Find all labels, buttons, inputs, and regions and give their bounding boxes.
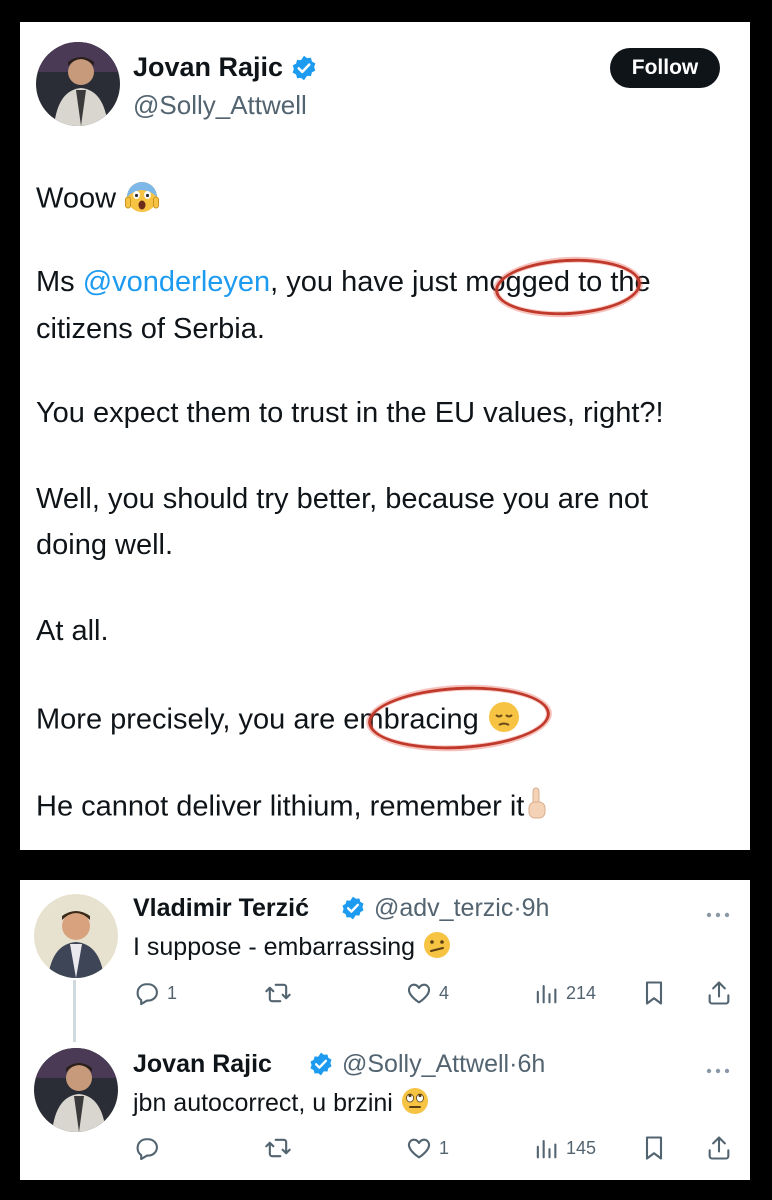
reply-2-text: jbn autocorrect, u brzini	[133, 1086, 430, 1123]
reply-2-share-action[interactable]	[705, 1134, 733, 1162]
reply-2-bookmark-action[interactable]	[640, 1134, 668, 1162]
pointing-up-emoji	[524, 786, 550, 830]
reply-2-retweet-action[interactable]	[264, 1134, 298, 1162]
reply-2-meta: @Solly_Attwell·6h	[342, 1050, 545, 1079]
reply-2-reply-action[interactable]	[133, 1134, 167, 1162]
reply-2-views-action[interactable]: 145	[532, 1134, 596, 1162]
highlight-ring-mogged	[493, 255, 643, 319]
thread-connector-line	[73, 980, 76, 1042]
tweet-line-3: citizens of Serbia.	[36, 313, 265, 345]
reply-icon	[136, 983, 158, 1006]
tweet-line-9: He cannot deliver lithium, remember it	[36, 786, 550, 830]
more-icon[interactable]	[705, 1062, 731, 1074]
reply-2-like-action[interactable]: 1	[405, 1134, 449, 1162]
tweet-line-1: Woow	[36, 178, 160, 222]
confused-emoji	[422, 930, 452, 967]
reply-1-retweet-action[interactable]	[264, 979, 298, 1007]
highlight-ring-embracing	[366, 682, 552, 754]
reply-1-like-action[interactable]: 4	[405, 979, 449, 1007]
retweet-icon	[265, 983, 291, 1003]
reply-1-like-count: 4	[439, 982, 450, 1003]
reply-1-time[interactable]: 9h	[522, 894, 550, 922]
tweet-line-1-text: Woow	[36, 182, 117, 215]
reply-1-avatar[interactable]	[34, 894, 118, 978]
tweet-line-2-pre: Ms	[36, 266, 83, 298]
verified-badge-icon	[340, 895, 366, 926]
reply-2-avatar[interactable]	[34, 1048, 118, 1132]
tweet-line-4: You expect them to trust in the EU value…	[36, 397, 664, 429]
reply-1-share-action[interactable]	[705, 979, 733, 1007]
like-icon	[407, 983, 431, 1004]
reply-icon	[136, 1138, 158, 1161]
reply-1-separator: ·	[513, 894, 522, 922]
reply-2-handle[interactable]: @Solly_Attwell	[342, 1050, 509, 1078]
views-icon	[536, 984, 557, 1004]
author-handle[interactable]: @Solly_Attwell	[133, 90, 307, 121]
reply-1-views-action[interactable]: 214	[532, 979, 596, 1007]
author-avatar[interactable]	[36, 42, 120, 126]
reply-1-name[interactable]: Vladimir Terzić	[133, 894, 309, 923]
tweet-line-7: At all.	[36, 615, 109, 647]
share-icon	[708, 1136, 730, 1160]
reply-2-view-count: 145	[566, 1137, 597, 1158]
reply-1-bookmark-action[interactable]	[640, 979, 668, 1007]
like-icon	[407, 1138, 431, 1159]
reply-2-time[interactable]: 6h	[517, 1050, 545, 1078]
reply-1-text: I suppose - embarrassing	[133, 930, 452, 967]
verified-badge-icon	[290, 54, 318, 87]
reply-1-meta: @adv_terzic·9h	[374, 894, 549, 923]
verified-badge-icon	[308, 1051, 334, 1082]
reply-2-like-count: 1	[439, 1137, 450, 1158]
reply-2-text-content: jbn autocorrect, u brzini	[133, 1089, 393, 1118]
follow-button[interactable]: Follow	[610, 48, 720, 88]
retweet-icon	[265, 1138, 291, 1158]
reply-2-name[interactable]: Jovan Rajic	[133, 1050, 272, 1079]
bookmark-icon	[645, 1136, 663, 1160]
reply-1-reply-action[interactable]: 1	[133, 979, 177, 1007]
more-icon[interactable]	[705, 906, 731, 918]
replies-card: Vladimir Terzić @adv_terzic·9h I suppose…	[20, 880, 750, 1180]
share-icon	[708, 981, 730, 1005]
main-tweet-card: Jovan Rajic @Solly_Attwell Follow Woow M…	[20, 22, 750, 850]
reply-1-view-count: 214	[566, 982, 597, 1003]
tweet-line-5: Well, you should try better, because you…	[36, 483, 649, 515]
author-name[interactable]: Jovan Rajic	[133, 52, 283, 83]
eye-roll-emoji	[400, 1086, 430, 1123]
tweet-line-6: doing well.	[36, 529, 174, 561]
tweet-line-9-text: He cannot deliver lithium, remember it	[36, 790, 525, 823]
scream-emoji	[124, 178, 160, 222]
reply-1-handle[interactable]: @adv_terzic	[374, 894, 513, 922]
reply-1-reply-count: 1	[167, 982, 178, 1003]
views-icon	[536, 1139, 557, 1159]
reply-1-text-content: I suppose - embarrassing	[133, 933, 416, 962]
bookmark-icon	[645, 981, 663, 1005]
mention-link[interactable]: @vonderleyen	[83, 266, 270, 298]
